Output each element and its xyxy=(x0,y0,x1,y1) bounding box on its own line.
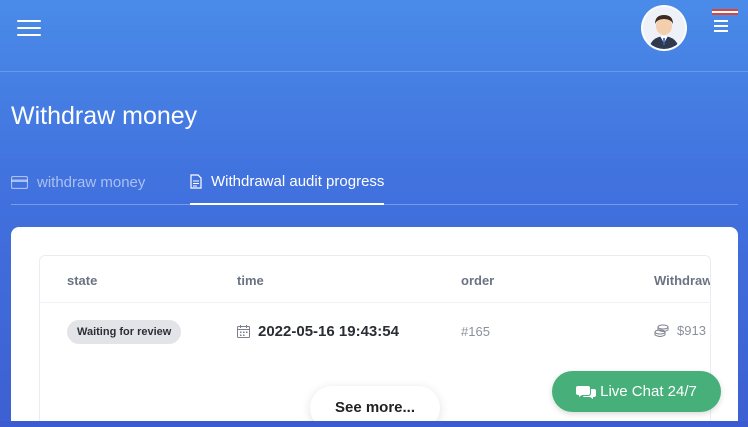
amount-value: $913 xyxy=(677,323,706,338)
time-value: 2022-05-16 19:43:54 xyxy=(258,323,399,340)
top-bar xyxy=(0,0,748,72)
tab-withdrawal-audit-progress[interactable]: Withdrawal audit progress xyxy=(190,160,385,205)
tab-bar: withdraw money Withdrawal audit progress xyxy=(11,160,738,205)
live-chat-label: Live Chat 24/7 xyxy=(600,383,697,400)
menu-icon[interactable] xyxy=(714,19,728,33)
time-cell: 2022-05-16 19:43:54 xyxy=(237,323,399,340)
column-header-order: order xyxy=(461,273,495,288)
calendar-icon xyxy=(237,325,250,338)
column-header-state: state xyxy=(67,273,98,288)
order-value: #165 xyxy=(461,324,490,339)
tab-label: Withdrawal audit progress xyxy=(211,173,385,190)
tab-label: withdraw money xyxy=(37,174,146,191)
coins-icon xyxy=(654,324,669,337)
status-badge: Waiting for review xyxy=(67,320,182,344)
hamburger-icon[interactable] xyxy=(17,17,41,37)
column-header-time: time xyxy=(237,273,264,288)
amount-cell: $913 xyxy=(654,323,706,338)
tab-withdraw-money[interactable]: withdraw money xyxy=(11,160,145,205)
header-divider xyxy=(40,302,710,303)
bottom-edge xyxy=(0,421,748,427)
live-chat-button[interactable]: Live Chat 24/7 xyxy=(552,371,721,412)
card-icon xyxy=(11,176,28,189)
flag-icon xyxy=(712,2,738,15)
chat-icon xyxy=(576,385,597,399)
column-header-withdraw: Withdraw xyxy=(654,273,711,288)
document-icon xyxy=(190,174,202,189)
page-title: Withdraw money xyxy=(11,102,198,130)
user-avatar[interactable] xyxy=(641,5,687,51)
